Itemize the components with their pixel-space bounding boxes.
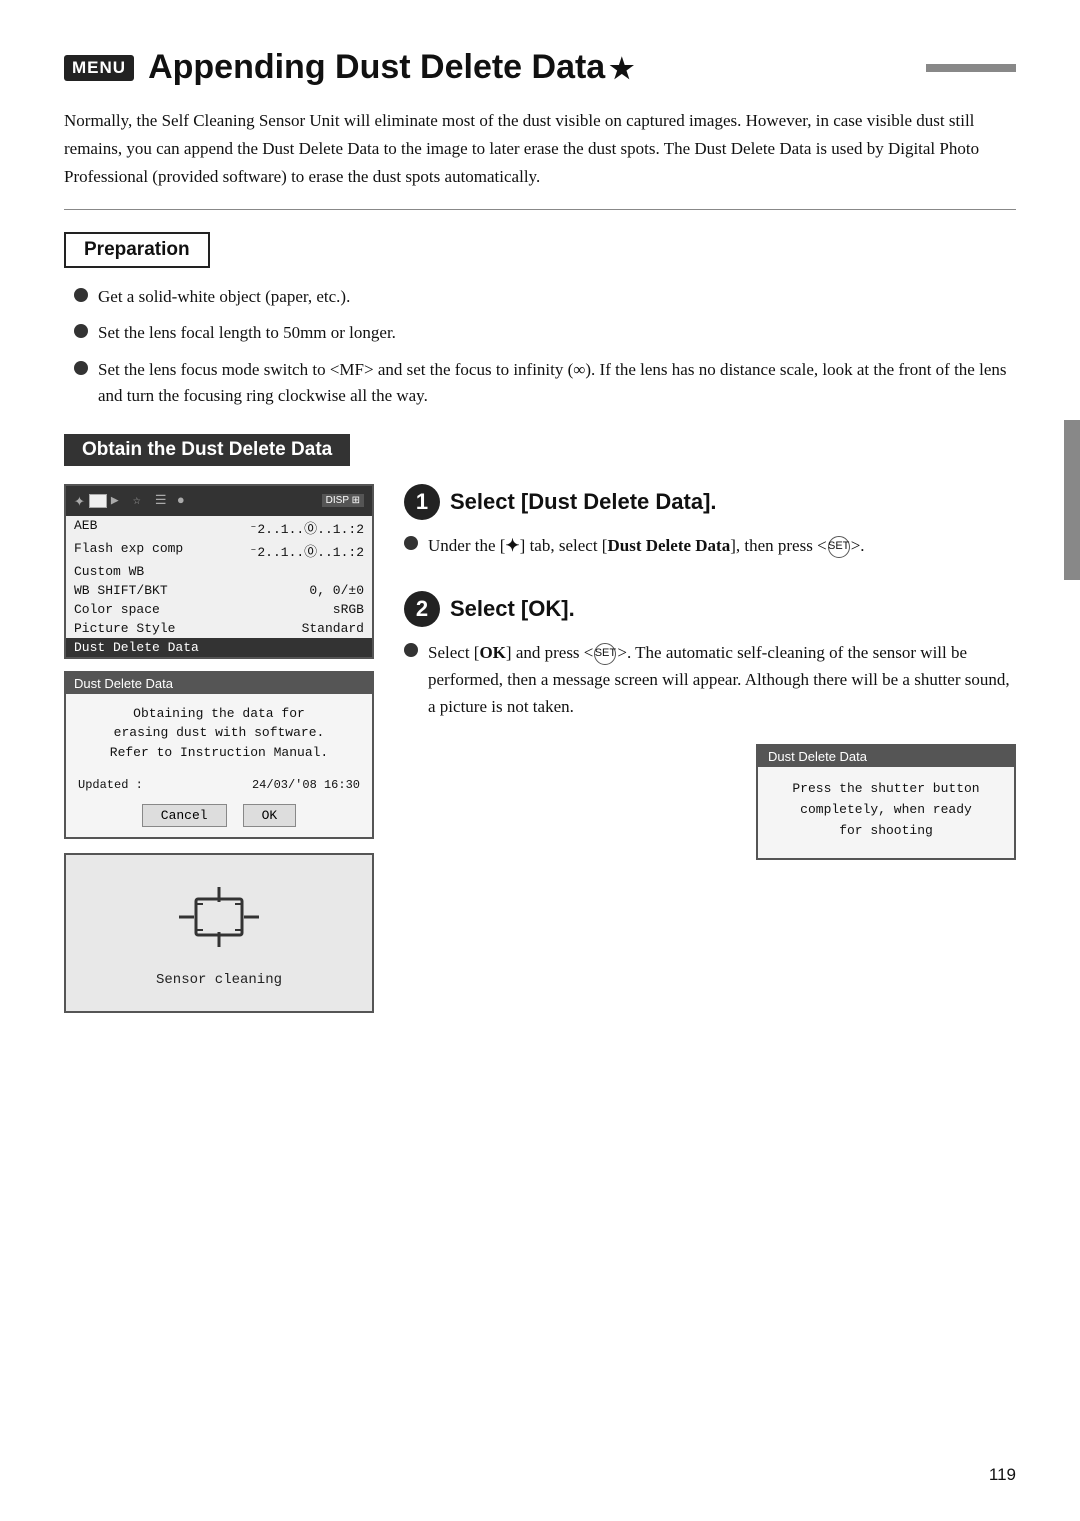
step1-title: 1 Select [Dust Delete Data]. [404, 484, 1016, 520]
title-line [926, 64, 1016, 72]
cam-row-aeb: AEB ⁻2..1..⓪..1.:2 [66, 516, 372, 539]
set-button-icon: SET [828, 536, 850, 558]
page-title: Appending Dust Delete Data★ [148, 48, 900, 87]
preparation-section: Preparation Get a solid-white object (pa… [64, 232, 1016, 409]
shutter-dialog-title: Dust Delete Data [758, 746, 1014, 767]
tab-icon-4: ☆ [133, 493, 151, 508]
page-number: 119 [989, 1465, 1016, 1485]
tab-icon-1: ✦ [74, 490, 85, 512]
bullet-dot [74, 324, 88, 338]
set-button-icon-2: SET [594, 643, 616, 665]
obtain-section: Obtain the Dust Delete Data ✦ ▶ ☆ ☰ ● DI… [64, 434, 1016, 1018]
list-item: Get a solid-white object (paper, etc.). [74, 284, 1016, 310]
shutter-dialog-body: Press the shutter button completely, whe… [758, 767, 1014, 857]
step2-bullet: Select [OK] and press <SET>. The automat… [404, 639, 1016, 721]
tab-active [89, 494, 107, 508]
cam-row-flash: Flash exp comp ⁻2..1..⓪..1.:2 [66, 539, 372, 562]
left-column: ✦ ▶ ☆ ☰ ● DISP ⊞ AEB ⁻2..1..⓪..1.:2 Flas… [64, 484, 374, 1018]
step1-bullet: Under the [✦] tab, select [Dust Delete D… [404, 532, 1016, 559]
bullet-dot [74, 361, 88, 375]
sensor-svg [174, 882, 264, 952]
step2-title: 2 Select [OK]. [404, 591, 1016, 627]
dialog-body-line2: erasing dust with software. [78, 723, 360, 743]
sensor-cleaning-label: Sensor cleaning [156, 972, 282, 988]
sensor-cleaning-icon [174, 882, 264, 962]
menu-badge: MENU [64, 55, 134, 81]
title-text: Appending Dust Delete Data [148, 48, 605, 86]
shutter-body-line2: completely, when ready [770, 800, 1002, 821]
right-column: 1 Select [Dust Delete Data]. Under the [… [404, 484, 1016, 860]
bullet-text-3: Set the lens focus mode switch to <MF> a… [98, 357, 1016, 410]
preparation-list: Get a solid-white object (paper, etc.). … [74, 284, 1016, 409]
step2: 2 Select [OK]. Select [OK] and press <SE… [404, 591, 1016, 860]
obtain-header: Obtain the Dust Delete Data [64, 434, 350, 466]
bullet-dot [74, 288, 88, 302]
sensor-cleaning-box: Sensor cleaning [64, 853, 374, 1013]
shutter-body-line3: for shooting [770, 821, 1002, 842]
cam-row-colorspace: Color space sRGB [66, 600, 372, 619]
updated-label: Updated : [78, 778, 143, 792]
step1-heading: Select [Dust Delete Data]. [450, 489, 717, 515]
cam-row-dustdelete: Dust Delete Data [66, 638, 372, 657]
step1-number: 1 [404, 484, 440, 520]
accent-bar [1064, 420, 1080, 580]
preparation-header: Preparation [64, 232, 210, 268]
camera-menu-screen: ✦ ▶ ☆ ☰ ● DISP ⊞ AEB ⁻2..1..⓪..1.:2 Flas… [64, 484, 374, 659]
updated-value: 24/03/'08 16:30 [252, 778, 360, 792]
list-item: Set the lens focal length to 50mm or lon… [74, 320, 1016, 346]
cam-header: ✦ ▶ ☆ ☰ ● DISP ⊞ [66, 486, 372, 516]
dialog-body-line1: Obtaining the data for [78, 704, 360, 724]
cam-row-wbshift: WB SHIFT/BKT 0, 0/±0 [66, 581, 372, 600]
title-star: ★ [609, 53, 634, 84]
list-item: Set the lens focus mode switch to <MF> a… [74, 357, 1016, 410]
cancel-button[interactable]: Cancel [142, 804, 227, 827]
shutter-body-line1: Press the shutter button [770, 779, 1002, 800]
dust-delete-dialog: Dust Delete Data Obtaining the data for … [64, 671, 374, 840]
dialog-updated: Updated : 24/03/'08 16:30 [66, 772, 372, 798]
tab-icon-3: ▶ [111, 493, 129, 508]
bullet-dot [404, 536, 418, 550]
ok-button[interactable]: OK [243, 804, 297, 827]
step2-heading: Select [OK]. [450, 596, 575, 622]
bullet-text-2: Set the lens focal length to 50mm or lon… [98, 320, 396, 346]
intro-text: Normally, the Self Cleaning Sensor Unit … [64, 107, 1016, 191]
dialog-title: Dust Delete Data [66, 673, 372, 694]
disp-label: DISP ⊞ [322, 494, 364, 507]
two-column-layout: ✦ ▶ ☆ ☰ ● DISP ⊞ AEB ⁻2..1..⓪..1.:2 Flas… [64, 484, 1016, 1018]
divider [64, 209, 1016, 210]
step1: 1 Select [Dust Delete Data]. Under the [… [404, 484, 1016, 559]
dialog-body: Obtaining the data for erasing dust with… [66, 694, 372, 773]
step2-number: 2 [404, 591, 440, 627]
step2-text: Select [OK] and press <SET>. The automat… [428, 639, 1016, 721]
cam-row-cwb: Custom WB [66, 562, 372, 581]
tab-icon-5: ☰ [155, 493, 173, 508]
shutter-dialog: Dust Delete Data Press the shutter butto… [756, 744, 1016, 859]
dialog-buttons: Cancel OK [66, 798, 372, 837]
step1-text: Under the [✦] tab, select [Dust Delete D… [428, 532, 865, 559]
dialog-body-line3: Refer to Instruction Manual. [78, 743, 360, 763]
cam-row-picturestyle: Picture Style Standard [66, 619, 372, 638]
title-row: MENU Appending Dust Delete Data★ [64, 48, 1016, 87]
bullet-dot [404, 643, 418, 657]
bullet-text-1: Get a solid-white object (paper, etc.). [98, 284, 350, 310]
tab-icon-6: ● [177, 493, 195, 508]
